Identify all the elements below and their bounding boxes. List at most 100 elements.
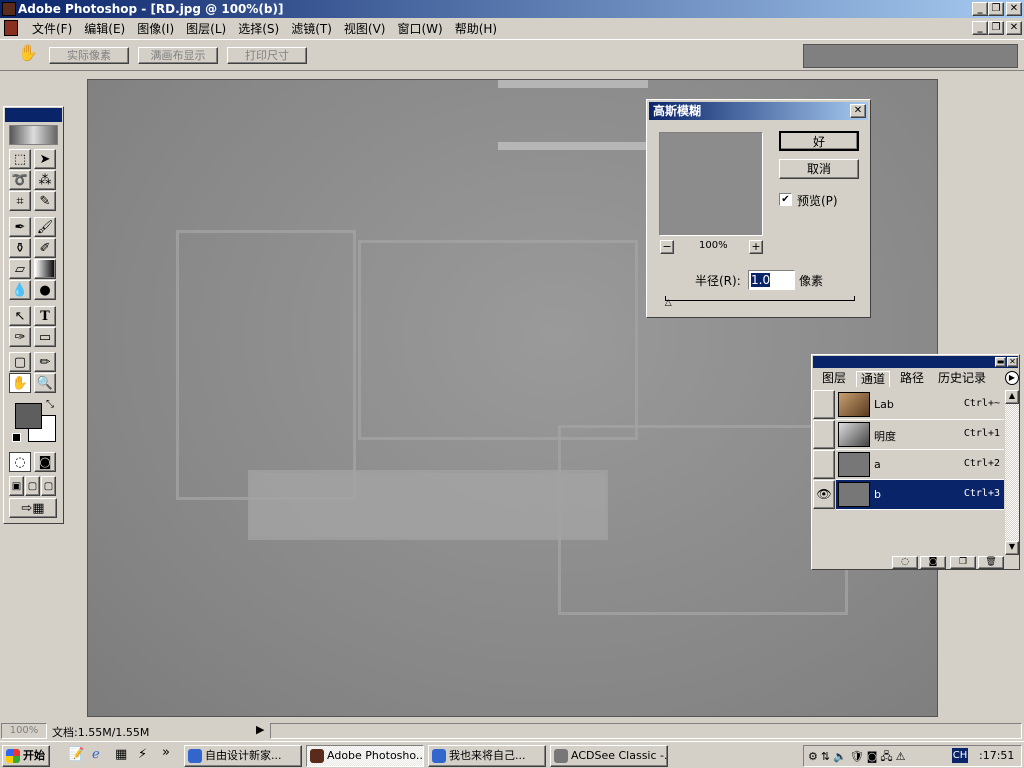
channel-row[interactable]: b Ctrl+3 (836, 480, 1004, 510)
zoom-out-button[interactable]: − (660, 240, 674, 254)
radius-slider-thumb[interactable]: △ (665, 298, 672, 308)
blur-tool-icon[interactable]: 💧 (9, 280, 31, 300)
ok-button[interactable]: 好 (779, 131, 859, 151)
menu-select[interactable]: 选择(S) (232, 20, 285, 37)
menu-image[interactable]: 图像(I) (131, 20, 180, 37)
toolbox-title-bar[interactable] (5, 108, 62, 122)
airbrush-tool-icon[interactable]: ✒ (9, 217, 31, 237)
app-quicklaunch-icon[interactable]: ▦ (115, 747, 127, 762)
tray-icons[interactable]: ⚙⇅🔈🛡◙🖧⚠ (808, 748, 909, 767)
path-selection-tool-icon[interactable]: ↖ (9, 306, 31, 326)
pen-tool-icon[interactable]: ✑ (9, 327, 31, 347)
scrollbar-track[interactable] (1005, 404, 1019, 541)
fit-screen-button[interactable]: 满画布显示 (138, 47, 218, 64)
more-quicklaunch-icon[interactable]: » (162, 745, 170, 760)
menu-file[interactable]: 文件(F) (26, 20, 78, 37)
tab-paths[interactable]: 路径 (896, 371, 928, 387)
channel-visibility-toggle[interactable] (813, 420, 835, 449)
panel-close-button[interactable]: ✕ (1007, 357, 1018, 367)
scroll-up-button[interactable]: ▲ (1005, 390, 1019, 404)
minimize-button[interactable]: _ (972, 2, 988, 16)
eyedropper-tool-icon[interactable]: ✏ (34, 352, 56, 372)
dodge-tool-icon[interactable]: ● (34, 280, 56, 300)
doc-close-button[interactable]: ✕ (1006, 21, 1022, 35)
magic-wand-tool-icon[interactable]: ⁂ (34, 170, 56, 190)
channel-visibility-toggle[interactable] (813, 390, 835, 419)
panel-title-bar[interactable] (813, 356, 1018, 368)
doc-restore-button[interactable]: ❐ (988, 21, 1004, 35)
jump-to-imageready-icon[interactable]: ⇨▦ (9, 498, 57, 518)
flashget-icon[interactable]: ⚡ (138, 747, 147, 762)
panel-minimize-button[interactable]: ▬ (995, 357, 1006, 367)
delete-channel-icon[interactable]: 🗑 (978, 556, 1004, 569)
radius-slider-track[interactable] (665, 296, 855, 301)
move-tool-icon[interactable]: ➤ (34, 149, 56, 169)
start-button[interactable]: 开始 (2, 745, 50, 767)
slice-tool-icon[interactable]: ✎ (34, 191, 56, 211)
menu-layer[interactable]: 图层(L) (180, 20, 232, 37)
print-size-button[interactable]: 打印尺寸 (227, 47, 307, 64)
zoom-tool-icon[interactable]: 🔍 (34, 373, 56, 393)
input-language-indicator[interactable]: CH (952, 748, 968, 763)
notes-tool-icon[interactable]: ▢ (9, 352, 31, 372)
channel-row[interactable]: 明度 Ctrl+1 (836, 420, 1004, 450)
show-desktop-icon[interactable]: 📝 (68, 747, 84, 762)
cancel-button[interactable]: 取消 (779, 159, 859, 179)
dialog-close-button[interactable]: ✕ (850, 104, 866, 118)
radius-input[interactable]: 1.0 (748, 270, 795, 290)
swap-colors-icon[interactable]: ⤡ (46, 399, 54, 410)
gradient-tool-icon[interactable] (34, 259, 56, 279)
close-button[interactable]: ✕ (1006, 2, 1022, 16)
load-channel-as-selection-icon[interactable]: ◌ (892, 556, 918, 569)
save-selection-as-channel-icon[interactable]: ◙ (920, 556, 946, 569)
tab-layers[interactable]: 图层 (818, 371, 850, 387)
crop-tool-icon[interactable]: ⌗ (9, 191, 31, 211)
restore-button[interactable]: ❐ (988, 2, 1004, 16)
menu-window[interactable]: 窗口(W) (391, 20, 448, 37)
scroll-down-button[interactable]: ▼ (1005, 541, 1019, 555)
channel-visibility-toggle[interactable]: 👁 (813, 480, 835, 509)
panel-menu-button[interactable]: ▶ (1005, 371, 1019, 385)
hand-tool-icon[interactable]: ✋ (9, 373, 31, 393)
channel-row[interactable]: Lab Ctrl+~ (836, 390, 1004, 420)
foreground-color-swatch[interactable] (15, 403, 42, 429)
standard-mode-icon[interactable]: ◌ (9, 452, 31, 472)
tab-history[interactable]: 历史记录 (934, 371, 990, 387)
marquee-tool-icon[interactable]: ⬚ (9, 149, 31, 169)
system-tray: ⚙⇅🔈🛡◙🖧⚠ CH :17:51 (803, 745, 1022, 767)
task-button-1[interactable]: 自由设计新家... (184, 745, 302, 767)
preview-checkbox[interactable]: ✔ (779, 193, 792, 206)
preview-image[interactable] (659, 132, 763, 236)
tab-channels[interactable]: 通道 (856, 371, 891, 387)
history-brush-tool-icon[interactable]: ✐ (34, 238, 56, 258)
type-tool-icon[interactable]: T (34, 306, 56, 326)
task-button-3[interactable]: 我也来将自己... (428, 745, 546, 767)
zoom-field[interactable]: 100% (1, 723, 47, 739)
default-colors-icon[interactable] (12, 433, 21, 442)
internet-explorer-icon[interactable]: ℯ (92, 747, 100, 762)
channel-row[interactable]: a Ctrl+2 (836, 450, 1004, 480)
screen-mode-full-menu-icon[interactable]: ▢ (25, 476, 40, 496)
rectangle-tool-icon[interactable]: ▭ (34, 327, 56, 347)
lasso-tool-icon[interactable]: ➰ (9, 170, 31, 190)
channel-visibility-toggle[interactable] (813, 450, 835, 479)
task-button-2[interactable]: Adobe Photosho... (306, 745, 424, 767)
screen-mode-full-icon[interactable]: ▢ (41, 476, 56, 496)
menu-help[interactable]: 帮助(H) (449, 20, 503, 37)
eraser-tool-icon[interactable]: ▱ (9, 259, 31, 279)
clone-stamp-tool-icon[interactable]: ⚱ (9, 238, 31, 258)
menu-edit[interactable]: 编辑(E) (78, 20, 131, 37)
menu-view[interactable]: 视图(V) (338, 20, 392, 37)
actual-pixels-button[interactable]: 实际像素 (49, 47, 129, 64)
palette-well[interactable] (803, 44, 1018, 68)
doc-minimize-button[interactable]: _ (972, 21, 988, 35)
status-menu-arrow-icon[interactable]: ▶ (256, 723, 264, 736)
quick-mask-mode-icon[interactable]: ◙ (34, 452, 56, 472)
paintbrush-tool-icon[interactable]: 🖌 (34, 217, 56, 237)
adobe-online-icon[interactable] (9, 125, 58, 145)
screen-mode-standard-icon[interactable]: ▣ (9, 476, 24, 496)
zoom-in-button[interactable]: + (749, 240, 763, 254)
task-button-4[interactable]: ACDSee Classic -... (550, 745, 668, 767)
menu-filter[interactable]: 滤镜(T) (285, 20, 338, 37)
new-channel-icon[interactable]: ❐ (950, 556, 976, 569)
